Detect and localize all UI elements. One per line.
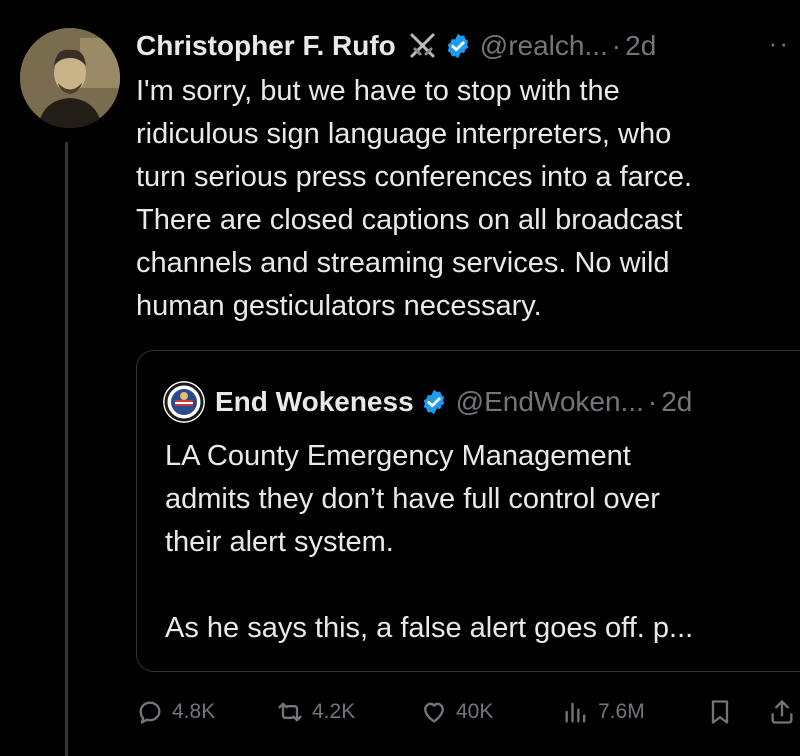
- tweet-text-line: turn serious press conferences into a fa…: [136, 161, 693, 193]
- verified-badge-icon[interactable]: [420, 388, 448, 416]
- repost-count: 4.2K: [312, 700, 356, 723]
- separator-dot: ·: [611, 30, 622, 61]
- share-icon: [771, 700, 793, 724]
- bookmark-icon: [711, 700, 729, 724]
- bookmark-button[interactable]: [706, 694, 734, 730]
- repost-icon: [278, 702, 302, 722]
- thread-line: [65, 142, 68, 756]
- more-options-icon[interactable]: ··: [769, 28, 790, 59]
- author-photo: [20, 28, 120, 128]
- tweet-text-line: human gesticulators necessary.: [136, 290, 542, 322]
- heart-icon: [424, 702, 444, 723]
- author-name[interactable]: Christopher F. Rufo: [136, 30, 396, 62]
- quoted-author-handle[interactable]: @EndWoken...: [456, 386, 644, 418]
- quoted-tweet-card[interactable]: End Wokeness @EndWoken... · 2d LA County…: [136, 350, 800, 672]
- quoted-author-name[interactable]: End Wokeness: [215, 386, 414, 418]
- like-count: 40K: [456, 700, 494, 723]
- tweet[interactable]: Christopher F. Rufo @realch... · 2d ·· I…: [136, 24, 800, 328]
- tweet-text-line: There are closed captions on all broadca…: [136, 204, 683, 236]
- reply-count: 4.8K: [172, 700, 216, 723]
- like-button[interactable]: 40K: [420, 694, 493, 730]
- share-button[interactable]: [768, 694, 796, 730]
- timestamp[interactable]: 2d: [625, 30, 656, 62]
- repost-button[interactable]: 4.2K: [276, 694, 355, 730]
- tweet-text-line: I'm sorry, but we have to stop with the: [136, 75, 620, 107]
- quoted-tweet-header: End Wokeness @EndWoken... · 2d: [163, 381, 692, 423]
- tweet-header: Christopher F. Rufo @realch... · 2d: [136, 24, 800, 68]
- tweet-text-line: channels and streaming services. No wild: [136, 247, 670, 279]
- verified-badge-icon[interactable]: [444, 32, 472, 60]
- quoted-author-avatar[interactable]: [163, 381, 205, 423]
- reply-button[interactable]: 4.8K: [136, 694, 215, 730]
- views-button[interactable]: 7.6M: [562, 694, 645, 730]
- quoted-timestamp[interactable]: 2d: [661, 386, 692, 418]
- tweet-text-line: ridiculous sign language interpreters, w…: [136, 118, 672, 150]
- author-handle[interactable]: @realch...: [480, 30, 608, 62]
- quoted-text-line: admits they don’t have full control over: [165, 483, 660, 515]
- analytics-icon: [565, 702, 586, 723]
- reply-icon: [139, 701, 161, 724]
- tweet-text: I'm sorry, but we have to stop with the …: [136, 70, 796, 328]
- quoted-text-line: LA County Emergency Management: [165, 440, 631, 472]
- separator-dot: ·: [647, 386, 658, 417]
- quoted-tweet-text: LA County Emergency Management admits th…: [165, 435, 785, 650]
- crossed-swords-icon: [410, 33, 435, 58]
- author-avatar[interactable]: [20, 28, 120, 128]
- quoted-text-line: their alert system.: [165, 526, 394, 558]
- tweet-actions-bar: 4.8K 4.2K 40K 7.6M: [136, 694, 800, 730]
- quoted-text-line: As he says this, a false alert goes off.…: [165, 612, 694, 644]
- views-count: 7.6M: [598, 700, 645, 723]
